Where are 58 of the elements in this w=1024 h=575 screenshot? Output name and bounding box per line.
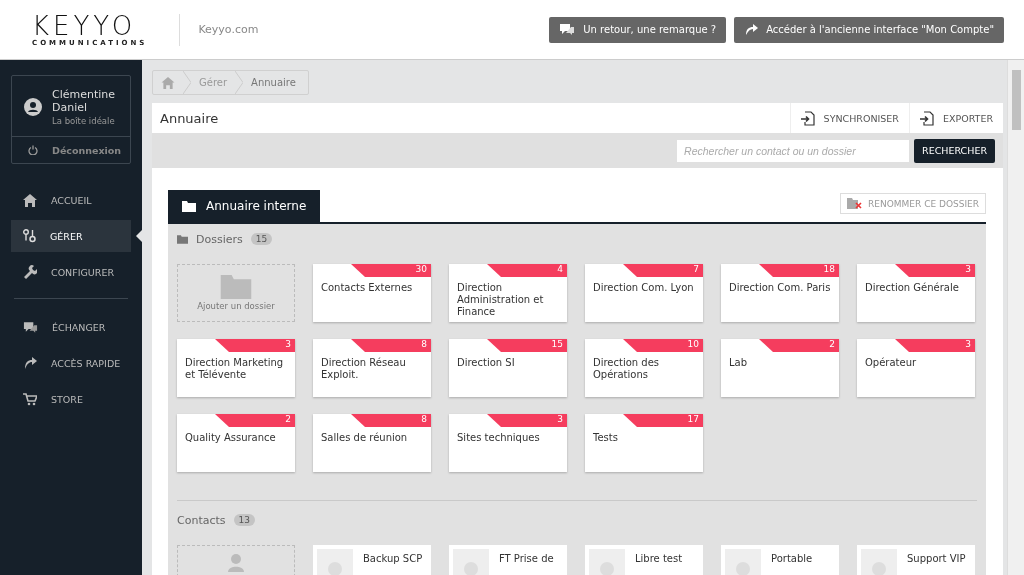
- folder-card[interactable]: 7 Direction Com. Lyon: [585, 264, 703, 322]
- nav-item[interactable]: GÉRER: [11, 220, 131, 252]
- section-title: Contacts: [177, 513, 226, 527]
- count-ribbon: 4: [487, 264, 567, 277]
- section-title: Dossiers: [196, 232, 243, 246]
- contact-card[interactable]: Portable: [721, 545, 839, 575]
- count-ribbon: 3: [895, 264, 975, 277]
- count-ribbon: 3: [487, 414, 567, 427]
- count-ribbon: 8: [351, 414, 431, 427]
- folder-card[interactable]: 18 Direction Com. Paris: [721, 264, 839, 322]
- folder-card[interactable]: 3 Sites techniques: [449, 414, 567, 472]
- user-name: Clémentine Daniel: [52, 88, 114, 114]
- folder-card[interactable]: 30 Contacts Externes: [313, 264, 431, 322]
- folder-card[interactable]: 4 Direction Administration et Finance: [449, 264, 567, 322]
- folder-card[interactable]: 8 Direction Réseau Exploit.: [313, 339, 431, 397]
- count-ribbon: 8: [351, 339, 431, 352]
- add-folder-card[interactable]: Ajouter un dossier: [177, 264, 295, 322]
- logout-button[interactable]: Déconnexion: [12, 136, 130, 163]
- folder-card[interactable]: 2 Lab: [721, 339, 839, 397]
- contact-card[interactable]: Backup SCP: [313, 545, 431, 575]
- nav-item[interactable]: ACCÈS RAPIDE: [11, 347, 131, 379]
- folder-card[interactable]: 3 Direction Générale: [857, 264, 975, 322]
- breadcrumb-link[interactable]: Annuaire: [251, 77, 296, 88]
- search-field[interactable]: Rechercher un contact ou un dossier: [677, 139, 910, 162]
- feedback-button[interactable]: Un retour, une remarque ?: [549, 16, 727, 43]
- legacy-interface-button[interactable]: Accéder à l'ancienne interface "Mon Compte": [734, 16, 1004, 43]
- company-name: La boîte idéale: [52, 116, 115, 126]
- page-title: Annuaire: [159, 110, 219, 126]
- folder-card[interactable]: 17 Tests: [585, 414, 703, 472]
- site-link[interactable]: Keyyo.com: [198, 23, 259, 36]
- count-badge: 13: [233, 514, 255, 526]
- nav-item[interactable]: CONFIGURER: [11, 256, 131, 288]
- count-ribbon: 17: [623, 414, 703, 427]
- count-ribbon: 7: [623, 264, 703, 277]
- count-ribbon: 15: [487, 339, 567, 352]
- contact-card[interactable]: Libre test: [585, 545, 703, 575]
- count-ribbon: 2: [759, 339, 839, 352]
- folder-card[interactable]: 15 Direction SI: [449, 339, 567, 397]
- contact-card[interactable]: FT Prise de: [449, 545, 567, 575]
- count-ribbon: 2: [215, 414, 295, 427]
- folder-card[interactable]: 2 Quality Assurance: [177, 414, 295, 472]
- folder-card[interactable]: 8 Salles de réunion: [313, 414, 431, 472]
- folder-card[interactable]: 10 Direction des Opérations: [585, 339, 703, 397]
- nav-item[interactable]: ACCUEIL: [11, 184, 131, 216]
- nav-item[interactable]: ÉCHANGER: [11, 311, 131, 343]
- count-ribbon: 10: [623, 339, 703, 352]
- directory-tab[interactable]: Annuaire interne: [168, 190, 321, 222]
- contact-card[interactable]: Support VIP: [857, 545, 975, 575]
- count-ribbon: 3: [215, 339, 295, 352]
- folder-card[interactable]: 3 Opérateur: [857, 339, 975, 397]
- logo-wordmark: KEYYO: [32, 12, 137, 39]
- count-badge: 15: [250, 233, 273, 245]
- count-ribbon: 3: [895, 339, 975, 352]
- search-button[interactable]: RECHERCHER: [914, 138, 995, 163]
- count-ribbon: 30: [351, 264, 431, 277]
- nav-item[interactable]: STORE: [11, 383, 131, 415]
- count-ribbon: 18: [759, 264, 839, 277]
- folder-card[interactable]: 3 Direction Marketing et Télévente: [177, 339, 295, 397]
